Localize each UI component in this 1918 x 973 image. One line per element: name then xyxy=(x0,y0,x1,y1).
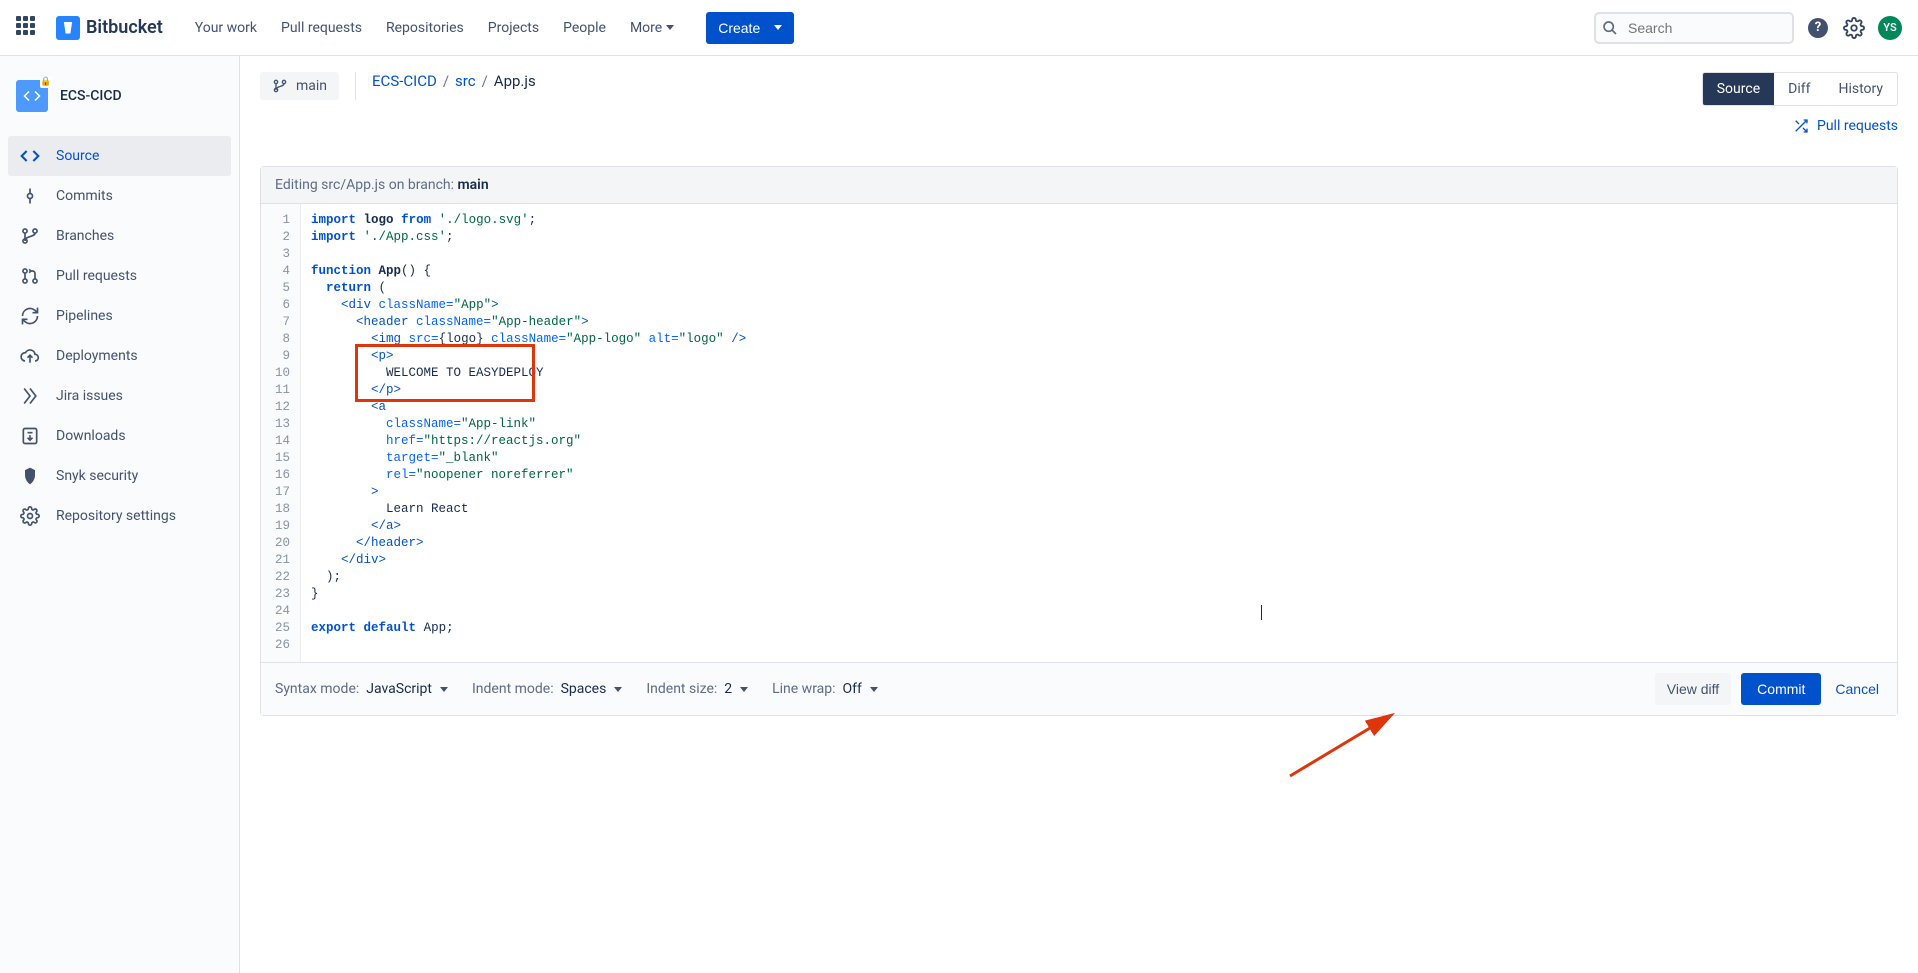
settings-button[interactable] xyxy=(1842,16,1866,40)
crumb-repo[interactable]: ECS-CICD xyxy=(372,72,437,90)
sidebar-item-commits[interactable]: Commits xyxy=(8,176,231,216)
breadcrumb: ECS-CICD / src / App.js xyxy=(372,72,536,90)
code-icon xyxy=(20,146,40,166)
user-avatar[interactable]: YS xyxy=(1878,16,1902,40)
toprow: main ECS-CICD / src / App.js Source Diff… xyxy=(260,72,1898,134)
chevron-down-icon xyxy=(666,25,674,30)
text-cursor xyxy=(1261,605,1262,620)
sidebar-item-label: Snyk security xyxy=(56,468,138,484)
chevron-down-icon xyxy=(614,687,622,692)
pull-request-icon xyxy=(20,266,40,286)
view-diff-button[interactable]: View diff xyxy=(1655,673,1731,705)
sidebar-item-pull-requests[interactable]: Pull requests xyxy=(8,256,231,296)
sidebar-item-deployments[interactable]: Deployments xyxy=(8,336,231,376)
chevron-down-icon xyxy=(740,687,748,692)
linewrap-select[interactable]: Off xyxy=(843,681,878,697)
sidebar-item-label: Pull requests xyxy=(56,268,137,284)
syntax-mode-select[interactable]: JavaScript xyxy=(366,681,448,697)
tab-diff[interactable]: Diff xyxy=(1774,73,1824,105)
line-gutter: 1234567891011121314151617181920212223242… xyxy=(261,204,301,662)
topbar: Bitbucket Your work Pull requests Reposi… xyxy=(0,0,1918,56)
sidebar-item-source[interactable]: Source xyxy=(8,136,231,176)
topbar-right: ? YS xyxy=(1594,12,1902,44)
search-input[interactable] xyxy=(1594,12,1794,44)
indent-size-select[interactable]: 2 xyxy=(724,681,748,697)
shuffle-icon xyxy=(1793,118,1809,134)
sidebar-item-label: Branches xyxy=(56,228,114,244)
nav-repositories[interactable]: Repositories xyxy=(386,20,464,36)
cloud-upload-icon xyxy=(20,346,40,366)
sidebar-item-branches[interactable]: Branches xyxy=(8,216,231,256)
sidebar: 🔒 ECS-CICD Source Commits Branches Pull … xyxy=(0,56,240,973)
gear-icon xyxy=(1843,17,1865,39)
sidebar-item-label: Downloads xyxy=(56,428,126,444)
nav-more[interactable]: More xyxy=(630,20,674,36)
chevron-down-icon xyxy=(774,25,782,30)
lock-icon: 🔒 xyxy=(40,76,52,88)
brand-logo[interactable]: Bitbucket xyxy=(56,16,163,40)
nav-pull-requests[interactable]: Pull requests xyxy=(281,20,362,36)
editor-container: Editing src/App.js on branch: main 12345… xyxy=(260,166,1898,716)
chevron-down-icon xyxy=(440,687,448,692)
jira-icon xyxy=(20,386,40,406)
search-box xyxy=(1594,12,1794,44)
repo-name: ECS-CICD xyxy=(60,88,122,104)
right-actions: Source Diff History Pull requests xyxy=(1702,72,1898,134)
bitbucket-mark-icon xyxy=(56,16,80,40)
crumb-dir[interactable]: src xyxy=(455,72,476,90)
sidebar-item-downloads[interactable]: Downloads xyxy=(8,416,231,456)
divider xyxy=(355,72,356,100)
tab-history[interactable]: History xyxy=(1824,73,1897,105)
gear-icon xyxy=(20,506,40,526)
chevron-down-icon xyxy=(870,687,878,692)
sidebar-item-label: Commits xyxy=(56,188,113,204)
nav-your-work[interactable]: Your work xyxy=(195,20,257,36)
arrow-annotation xyxy=(1280,706,1410,786)
editor-bottom-bar: Syntax mode: JavaScript Indent mode: Spa… xyxy=(261,662,1897,715)
code-editor[interactable]: 1234567891011121314151617181920212223242… xyxy=(261,204,1897,662)
content-area: main ECS-CICD / src / App.js Source Diff… xyxy=(240,56,1918,973)
help-button[interactable]: ? xyxy=(1806,16,1830,40)
sidebar-item-label: Repository settings xyxy=(56,508,176,524)
brand-label: Bitbucket xyxy=(86,17,163,38)
app-switcher-icon[interactable] xyxy=(16,16,40,40)
view-tabs: Source Diff History xyxy=(1702,72,1898,106)
pipelines-icon xyxy=(20,306,40,326)
code-body: import logo from './logo.svg'; import '.… xyxy=(301,204,1897,662)
sidebar-item-jira[interactable]: Jira issues xyxy=(8,376,231,416)
help-icon: ? xyxy=(1808,18,1828,38)
commit-icon xyxy=(20,186,40,206)
sidebar-item-repo-settings[interactable]: Repository settings xyxy=(8,496,231,536)
sidebar-item-label: Deployments xyxy=(56,348,138,364)
sidebar-item-label: Jira issues xyxy=(56,388,123,404)
sidebar-item-snyk[interactable]: Snyk security xyxy=(8,456,231,496)
nav-projects[interactable]: Projects xyxy=(488,20,539,36)
repo-header[interactable]: 🔒 ECS-CICD xyxy=(8,72,231,120)
repo-icon: 🔒 xyxy=(16,80,48,112)
sidebar-item-label: Pipelines xyxy=(56,308,113,324)
crumb-sep: / xyxy=(482,72,488,90)
crumb-sep: / xyxy=(443,72,449,90)
branch-selector[interactable]: main xyxy=(260,72,339,100)
cancel-button[interactable]: Cancel xyxy=(1831,673,1883,705)
nav-people[interactable]: People xyxy=(563,20,606,36)
editor-title: Editing src/App.js on branch: main xyxy=(261,167,1897,204)
create-button[interactable]: Create xyxy=(706,12,794,44)
commit-button[interactable]: Commit xyxy=(1741,673,1821,705)
crumb-file: App.js xyxy=(494,72,536,90)
branch-icon xyxy=(272,78,288,94)
search-icon xyxy=(1602,20,1618,36)
sidebar-item-pipelines[interactable]: Pipelines xyxy=(8,296,231,336)
tab-source[interactable]: Source xyxy=(1703,73,1774,105)
download-icon xyxy=(20,426,40,446)
branch-icon xyxy=(20,226,40,246)
sidebar-item-label: Source xyxy=(56,148,99,164)
snyk-icon xyxy=(20,466,40,486)
pull-requests-link[interactable]: Pull requests xyxy=(1702,118,1898,134)
branch-name: main xyxy=(296,78,327,94)
indent-mode-select[interactable]: Spaces xyxy=(561,681,623,697)
topnav-list: Your work Pull requests Repositories Pro… xyxy=(195,20,674,36)
